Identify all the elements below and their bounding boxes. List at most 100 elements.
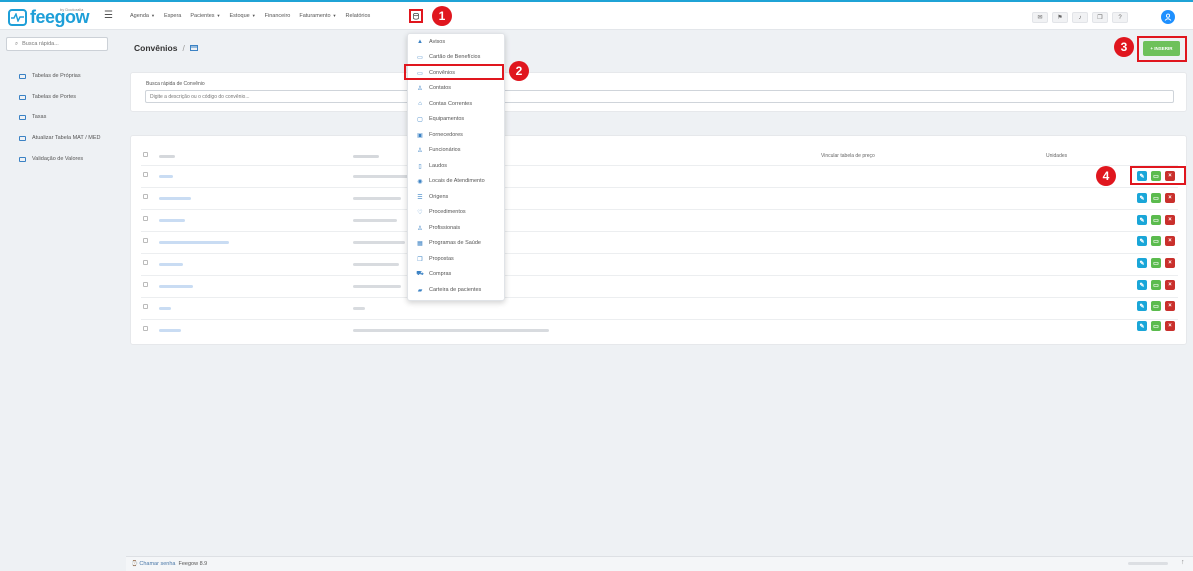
chat-icon[interactable]: ❐ [1092,12,1108,23]
edit-button[interactable]: ✎ [1137,193,1147,203]
row-name[interactable] [159,307,171,310]
quick-search-input[interactable]: ⌕ Busca rápida... [6,37,108,51]
menu-item-contatos[interactable]: ♙ Contatos [417,85,451,92]
row-divider [141,209,1178,210]
select-all-checkbox[interactable] [143,152,148,157]
delete-button[interactable]: × [1165,236,1175,246]
row-checkbox[interactable] [143,216,148,221]
row-name[interactable] [159,197,191,200]
menu-item-equipamentos[interactable]: ▢ Equipamentos [417,116,464,123]
row-checkbox[interactable] [143,304,148,309]
menu-item-propostas[interactable]: ❐ Propostas [417,256,453,263]
billing-button[interactable]: ▭ [1151,258,1161,268]
box-icon: ▣ [417,132,423,139]
row-name[interactable] [159,241,229,244]
header: feegow by Doctoralia ☰ Agenda ▼ Espera Pa… [0,2,1193,30]
row-checkbox[interactable] [143,194,148,199]
edit-button[interactable]: ✎ [1137,280,1147,290]
copy-icon: ❐ [417,256,423,263]
menu-item-origens[interactable]: ☰ Origens [417,194,448,201]
nav-estoque[interactable]: Estoque ▼ [230,13,256,19]
row-name[interactable] [159,329,181,332]
row-detail [353,263,399,266]
delete-button[interactable]: × [1165,258,1175,268]
menu-item-laudos[interactable]: ▯ Laudos [417,163,447,170]
hamburger-icon[interactable]: ☰ [104,10,113,21]
billing-button[interactable]: ▭ [1151,236,1161,246]
sidebar-item-taxas[interactable]: Taxas [19,114,46,120]
edit-button[interactable]: ✎ [1137,171,1147,181]
delete-button[interactable]: × [1165,215,1175,225]
edit-button[interactable]: ✎ [1137,236,1147,246]
menu-item-funcionarios[interactable]: ♙ Funcionários [417,147,460,154]
edit-button[interactable]: ✎ [1137,215,1147,225]
row-name[interactable] [159,263,183,266]
row-divider [141,231,1178,232]
sidebar-item-validacao[interactable]: Validação de Valores [19,156,83,162]
billing-button[interactable]: ▭ [1151,321,1161,331]
edit-button[interactable]: ✎ [1137,321,1147,331]
delete-button[interactable]: × [1165,193,1175,203]
flag-icon[interactable]: ⚑ [1052,12,1068,23]
row-checkbox[interactable] [143,260,148,265]
sidebar-item-tabelas-proprias[interactable]: Tabelas de Próprias [19,73,81,79]
row-checkbox[interactable] [143,326,148,331]
cadastros-button[interactable] [409,9,423,23]
grid-icon [19,135,26,141]
menu-item-carteira-pacientes[interactable]: ▰ Carteira de pacientes [417,287,482,294]
delete-button[interactable]: × [1165,280,1175,290]
billing-button[interactable]: ▭ [1151,301,1161,311]
menu-item-profissionais[interactable]: ♙ Profissionais [417,225,460,232]
user-icon: ♙ [417,147,423,154]
delete-button[interactable]: × [1165,301,1175,311]
table-icon [19,94,26,100]
sidebar-item-tabelas-portes[interactable]: Tabelas de Portes [19,94,76,100]
billing-button[interactable]: ▭ [1151,280,1161,290]
header-vincular: Vincular tabela de preço [821,153,875,159]
billing-button[interactable]: ▭ [1151,193,1161,203]
doctor-icon: ♙ [417,225,423,232]
sidebar-item-atualizar-tabela[interactable]: Atualizar Tabela MAT / MED [19,135,100,141]
menu-item-fornecedores[interactable]: ▣ Fornecedores [417,132,463,139]
row-name[interactable] [159,175,173,178]
call-ticket-link[interactable]: ⌚ Chamar senha [131,561,175,571]
mail-icon[interactable]: ✉ [1032,12,1048,23]
logo[interactable]: feegow by Doctoralia [8,7,90,27]
stethoscope-icon: ♡ [417,209,423,216]
footer-redacted [1128,562,1168,565]
version-label: Feegow 8.9 [178,561,208,567]
nav-pacientes[interactable]: Pacientes ▼ [190,13,220,19]
menu-item-compras[interactable]: ⛟ Compras [416,271,451,277]
nav-espera[interactable]: Espera [164,13,181,19]
menu-item-avisos[interactable]: ▲ Avisos [417,39,445,45]
menu-item-locais[interactable]: ◉ Locais de Atendimento [417,178,484,185]
menu-item-procedimentos[interactable]: ♡ Procedimentos [417,209,465,216]
row-checkbox[interactable] [143,238,148,243]
nav-relatorios[interactable]: Relatórios [346,13,371,19]
nav-agenda[interactable]: Agenda ▼ [130,13,155,19]
nav-financeiro[interactable]: Financeiro [265,13,291,19]
delete-button[interactable]: × [1165,321,1175,331]
bell-icon[interactable]: ♪ [1072,12,1088,23]
billing-button[interactable]: ▭ [1151,171,1161,181]
row-checkbox[interactable] [143,282,148,287]
row-name[interactable] [159,285,193,288]
scroll-top-icon[interactable]: ↑ [1181,559,1185,566]
footer: ⌚ Chamar senha Feegow 8.9 [126,556,1193,571]
billing-button[interactable]: ▭ [1151,215,1161,225]
avatar[interactable] [1161,10,1175,24]
nav-faturamento[interactable]: Faturamento ▼ [299,13,336,19]
edit-button[interactable]: ✎ [1137,301,1147,311]
header-redacted [353,155,379,158]
convenio-search-input[interactable]: Digite a descrição ou o código do convên… [145,90,1174,103]
delete-button[interactable]: × [1165,171,1175,181]
menu-item-cartao-beneficios[interactable]: ▭ Cartão de Benefícios [417,54,480,61]
edit-button[interactable]: ✎ [1137,258,1147,268]
page-title: Convênios / [134,43,198,53]
row-name[interactable] [159,219,185,222]
menu-item-programas-saude[interactable]: ▦ Programas de Saúde [417,240,481,247]
help-icon[interactable]: ? [1112,12,1128,23]
row-checkbox[interactable] [143,172,148,177]
insert-button[interactable]: + INSERIR [1143,41,1180,56]
menu-item-contas-correntes[interactable]: ⌂ Contas Correntes [417,101,472,107]
